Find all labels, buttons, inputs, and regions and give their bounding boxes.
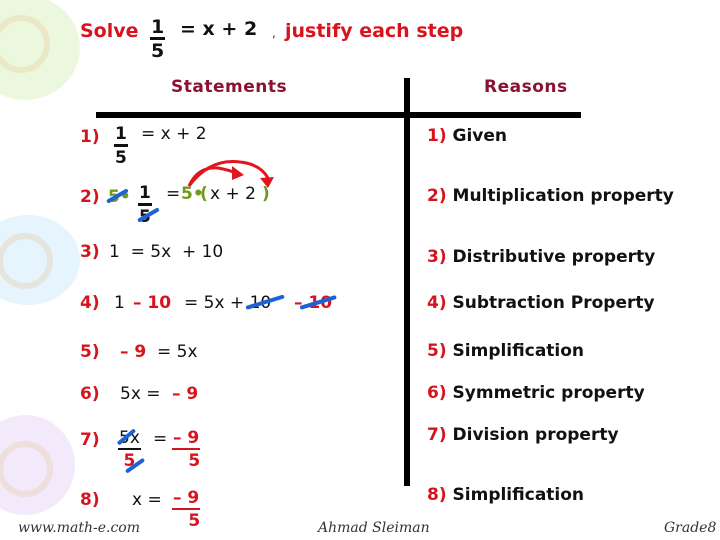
fraction-numerator: – 9	[172, 488, 201, 510]
reason-row-5: 5) Simplification	[427, 341, 584, 361]
fraction-numerator: 1	[138, 183, 152, 206]
decorative-circle-green	[0, 0, 80, 100]
fraction-denominator: 5	[188, 451, 201, 471]
statement-number: 7)	[80, 430, 100, 450]
fraction-numerator: – 9	[172, 428, 201, 450]
reason-row-7: 7) Division property	[427, 425, 619, 445]
reason-text: Subtraction Property	[452, 293, 655, 313]
title-fraction-denominator: 5	[151, 40, 165, 62]
arrow-to-2	[187, 160, 270, 187]
arrow-head-2	[260, 177, 274, 188]
rhs-value: = 5x	[157, 342, 198, 362]
title-fraction-numerator: 1	[150, 16, 166, 40]
reason-row-8: 8) Simplification	[427, 485, 584, 505]
t-chart-vertical-line	[404, 78, 410, 486]
distribution-arrows	[187, 160, 274, 188]
decorative-circle-purple	[0, 415, 75, 515]
fraction-numerator: 1	[114, 124, 128, 147]
reason-row-2: 2) Multiplication property	[427, 186, 674, 206]
reason-number: 7)	[427, 425, 447, 445]
statements-header: Statements	[171, 77, 288, 97]
title-fraction: 1 5	[150, 16, 166, 62]
reason-text: Distributive property	[452, 247, 656, 267]
title-prefix: Solve	[80, 20, 139, 42]
reason-number: 2)	[427, 186, 447, 206]
fraction-denominator: 5	[188, 511, 201, 531]
reason-number: 8)	[427, 485, 447, 505]
statement-number: 1)	[80, 127, 100, 147]
statement-number: 5)	[80, 342, 100, 362]
title-suffix: justify each step	[285, 20, 464, 42]
result-fraction: – 9 5	[172, 488, 201, 532]
rhs-value: – 9	[172, 384, 199, 404]
statement-number: 6)	[80, 384, 100, 404]
footer-website: www.math-e.com	[18, 520, 141, 536]
reason-number: 5)	[427, 341, 447, 361]
reason-text: Simplification	[452, 341, 585, 361]
statement-number: 8)	[80, 490, 100, 510]
reason-number: 6)	[427, 383, 447, 403]
reason-text: Symmetric property	[452, 383, 645, 403]
lhs-subtract: – 10	[133, 293, 172, 313]
equals-sign: =	[153, 429, 168, 449]
reason-text: Multiplication property	[452, 186, 674, 206]
reason-text: Simplification	[452, 485, 585, 505]
statement-number: 3)	[80, 242, 100, 262]
footer-grade: Grade8	[664, 520, 717, 536]
reason-row-3: 3) Distributive property	[427, 247, 655, 267]
reason-number: 4)	[427, 293, 447, 313]
lhs-value: – 9	[120, 342, 147, 362]
title-comma: ,	[272, 26, 276, 40]
title-equation-rhs: = x + 2	[180, 18, 258, 40]
footer-author: Ahmad Sleiman	[318, 520, 430, 536]
reason-row-1: 1) Given	[427, 126, 507, 146]
result-fraction: – 9 5	[172, 428, 201, 472]
t-chart-horizontal-line	[96, 112, 581, 118]
lhs-value: 5x =	[120, 384, 161, 404]
lhs-value: x =	[132, 490, 162, 510]
reason-text: Given	[452, 126, 508, 146]
reason-text: Division property	[452, 425, 619, 445]
reasons-header: Reasons	[484, 77, 568, 97]
fraction-denominator: 5	[115, 148, 127, 168]
arrow-head-x	[232, 166, 244, 180]
lhs-value: 1	[114, 293, 125, 313]
statement-number: 4)	[80, 293, 100, 313]
reason-number: 3)	[427, 247, 447, 267]
reason-row-4: 4) Subtraction Property	[427, 293, 655, 313]
statement-number: 2)	[80, 187, 100, 207]
statement-text: 1 = 5x + 10	[109, 242, 224, 262]
decorative-circle-blue	[0, 215, 80, 305]
statement-rhs: = x + 2	[141, 124, 207, 144]
statement-fraction: 1 5	[114, 124, 128, 169]
reason-row-6: 6) Symmetric property	[427, 383, 645, 403]
equals-sign: =	[166, 184, 181, 204]
reason-number: 1)	[427, 126, 447, 146]
